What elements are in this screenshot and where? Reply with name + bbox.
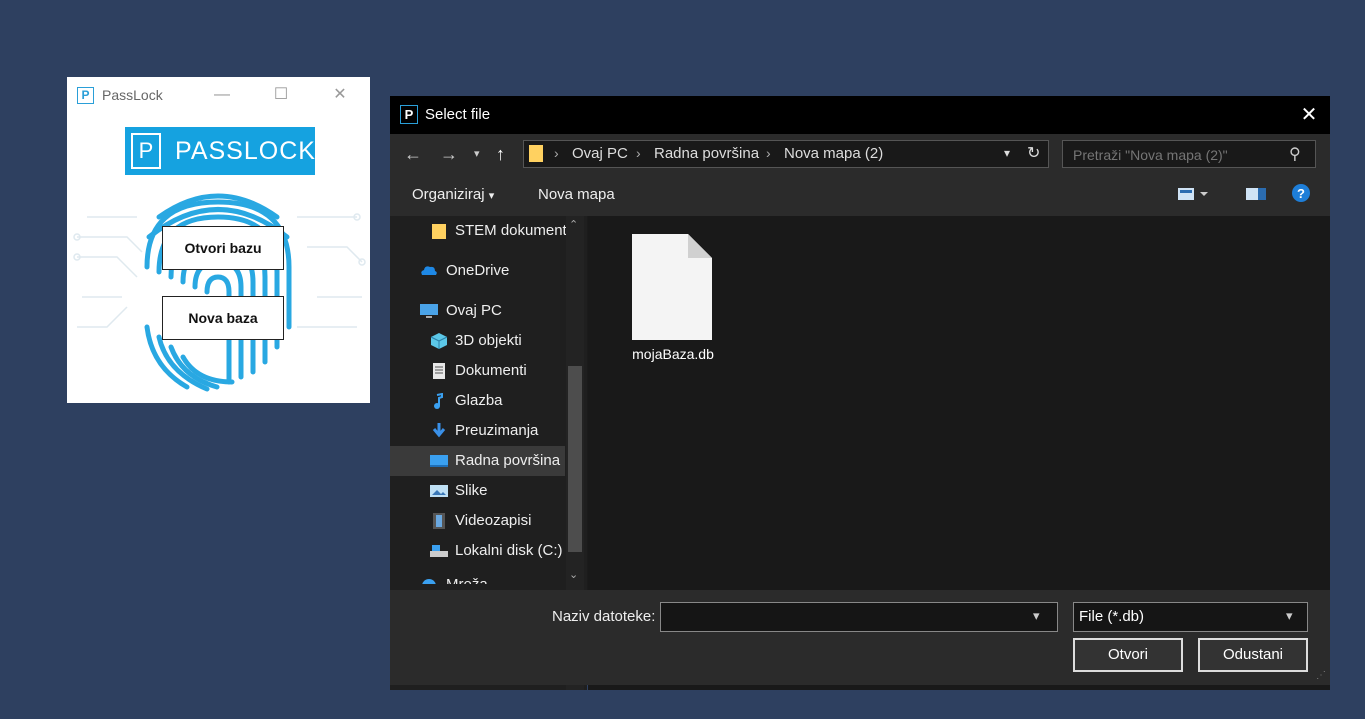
logo-letter: P	[131, 133, 161, 169]
breadcrumb-desktop[interactable]: Radna površina	[654, 145, 759, 162]
file-type-select[interactable]: File (*.db) ▾	[1073, 602, 1308, 632]
organize-label: Organiziraj	[412, 186, 485, 203]
sidebar-item-label: Ovaj PC	[446, 302, 502, 319]
command-toolbar: Organiziraj ▾ Nova mapa ?	[390, 174, 1330, 216]
file-type-value: File (*.db)	[1079, 608, 1145, 625]
passlock-window: P PassLock — ☐ ✕ P PASSLOCK Otvori bazu	[67, 77, 370, 403]
maximize-icon[interactable]: ☐	[266, 85, 296, 105]
scroll-up-icon[interactable]: ⌃	[569, 218, 578, 231]
breadcrumb-current-folder[interactable]: Nova mapa (2)	[784, 145, 883, 162]
passlock-logo: P PASSLOCK	[125, 127, 315, 175]
up-arrow-icon[interactable]: ↑	[496, 144, 505, 164]
sidebar-item-pictures[interactable]: Slike	[390, 476, 565, 506]
filename-field[interactable]: ▾	[660, 602, 1058, 632]
sidebar-item-local-disk[interactable]: Lokalni disk (C:)	[390, 536, 565, 566]
cube-icon	[430, 333, 448, 349]
sidebar-item-label: Videozapisi	[455, 512, 532, 529]
sidebar-item-label: Slike	[455, 482, 488, 499]
folder-icon	[529, 145, 543, 162]
chevron-right-icon: ›	[636, 145, 641, 161]
scrollbar-thumb[interactable]	[568, 366, 582, 552]
open-button[interactable]: Otvori	[1073, 638, 1183, 672]
sidebar-item-3d-objects[interactable]: 3D objekti	[390, 326, 565, 356]
chevron-down-icon[interactable]: ▾	[1004, 146, 1010, 160]
chevron-down-icon: ▾	[1286, 608, 1293, 623]
folder-icon	[432, 224, 446, 239]
dialog-titlebar[interactable]: P Select file ✕	[390, 96, 1330, 134]
dialog-title: Select file	[425, 106, 491, 123]
sidebar-item-label: Mreža	[446, 570, 488, 584]
preview-pane-icon[interactable]	[1246, 187, 1266, 205]
chevron-down-icon: ▾	[488, 190, 495, 202]
forward-arrow-icon[interactable]: →	[440, 144, 458, 164]
organize-menu[interactable]: Organiziraj ▾	[412, 186, 494, 203]
sidebar-item-label: Lokalni disk (C:)	[455, 542, 563, 559]
new-database-button[interactable]: Nova baza	[162, 296, 284, 340]
search-input[interactable]	[1071, 144, 1285, 166]
address-bar[interactable]: › Ovaj PC › Radna površina › Nova mapa (…	[523, 140, 1049, 168]
network-icon	[422, 579, 436, 584]
file-name: mojaBaza.db	[632, 346, 714, 362]
file-icon	[632, 234, 712, 340]
sidebar-item-this-pc[interactable]: Ovaj PC	[390, 296, 565, 326]
sidebar-item-label: 3D objekti	[455, 332, 522, 349]
refresh-icon[interactable]: ↻	[1027, 143, 1040, 163]
open-database-button[interactable]: Otvori bazu	[162, 226, 284, 270]
help-icon[interactable]: ?	[1292, 184, 1310, 206]
chevron-right-icon: ›	[766, 145, 771, 161]
resize-grip-icon[interactable]: ⋰	[1316, 670, 1326, 681]
filename-label: Naziv datoteke:	[552, 608, 656, 625]
desktop-icon	[430, 455, 448, 467]
breadcrumb-this-pc[interactable]: Ovaj PC	[572, 145, 628, 162]
sidebar-item-network[interactable]: Mreža	[390, 570, 565, 584]
sidebar-item-documents[interactable]: Dokumenti	[390, 356, 565, 386]
recent-locations-chevron-icon[interactable]: ▾	[474, 144, 480, 164]
document-icon	[433, 363, 445, 379]
dialog-app-icon: P	[400, 105, 418, 124]
passlock-title: PassLock	[102, 87, 163, 103]
passlock-titlebar[interactable]: P PassLock — ☐ ✕	[67, 77, 370, 115]
image-icon	[430, 485, 448, 497]
music-icon	[434, 393, 443, 409]
close-icon[interactable]: ✕	[1295, 103, 1323, 127]
sidebar-item-label: Radna površina	[455, 452, 561, 469]
dialog-footer: Naziv datoteke: ▾ File (*.db) ▾ Otvori O…	[390, 590, 1330, 685]
logo-text: PASSLOCK	[175, 137, 316, 165]
navigation-bar: ← → ▾ ↑ › Ovaj PC › Radna površina › Nov…	[390, 134, 1330, 174]
disk-icon	[430, 545, 448, 557]
cancel-button[interactable]: Odustani	[1198, 638, 1308, 672]
sidebar-item-label: STEM dokument	[455, 222, 567, 239]
new-folder-button[interactable]: Nova mapa	[538, 186, 615, 203]
sidebar-item-label: OneDrive	[446, 262, 510, 279]
search-icon[interactable]: ⚲	[1289, 144, 1301, 164]
sidebar-item-onedrive[interactable]: OneDrive	[390, 256, 565, 286]
computer-icon	[420, 304, 438, 318]
passlock-app-icon: P	[77, 87, 94, 104]
filename-input[interactable]	[667, 607, 1031, 629]
back-arrow-icon[interactable]: ←	[404, 144, 422, 164]
sidebar-item-stem-documents[interactable]: STEM dokument	[390, 216, 567, 246]
view-options-icon[interactable]	[1178, 187, 1210, 205]
select-file-dialog: P Select file ✕ ← → ▾ ↑ › Ovaj PC › Radn…	[390, 96, 1330, 690]
scroll-down-icon[interactable]: ⌄	[569, 568, 578, 581]
sidebar-item-desktop[interactable]: Radna površina	[390, 446, 565, 476]
fingerprint-illustration	[73, 193, 366, 392]
file-item[interactable]: mojaBaza.db	[628, 234, 718, 374]
chevron-down-icon[interactable]: ▾	[1033, 608, 1040, 624]
cloud-icon	[421, 266, 437, 275]
sidebar-item-label: Dokumenti	[455, 362, 527, 379]
sidebar-item-music[interactable]: Glazba	[390, 386, 565, 416]
svg-text:?: ?	[1297, 186, 1305, 201]
search-box[interactable]: ⚲	[1062, 140, 1316, 168]
close-icon[interactable]: ✕	[325, 85, 355, 105]
sidebar-item-downloads[interactable]: Preuzimanja	[390, 416, 565, 446]
chevron-right-icon: ›	[554, 145, 559, 161]
minimize-icon[interactable]: —	[207, 85, 237, 105]
video-icon	[433, 513, 445, 529]
sidebar-item-videos[interactable]: Videozapisi	[390, 506, 565, 536]
sidebar-item-label: Glazba	[455, 392, 503, 409]
sidebar-item-label: Preuzimanja	[455, 422, 539, 439]
download-icon	[432, 423, 446, 438]
